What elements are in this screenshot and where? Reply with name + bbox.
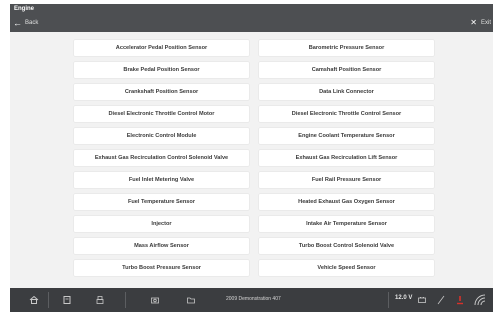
divider [125,292,126,308]
component-button[interactable]: Mass Airflow Sensor [74,238,249,254]
component-button[interactable]: Data Link Connector [259,84,434,100]
component-button[interactable]: Camshaft Position Sensor [259,62,434,78]
component-grid: Accelerator Pedal Position Sensor Barome… [74,40,434,276]
component-list-panel: Accelerator Pedal Position Sensor Barome… [10,32,493,288]
exit-label: Exit [480,20,491,26]
component-button[interactable]: Fuel Rail Pressure Sensor [259,172,434,188]
component-button[interactable]: Exhaust Gas Recirculation Lift Sensor [259,150,434,166]
component-button[interactable]: Engine Coolant Temperature Sensor [259,128,434,144]
component-button[interactable]: Fuel Inlet Metering Valve [74,172,249,188]
component-button[interactable]: Heated Exhaust Gas Oxygen Sensor [259,194,434,210]
wifi-icon [474,294,486,306]
save-icon[interactable] [61,294,73,306]
top-bar: Engine ← Back ✕ Exit [10,4,493,32]
divider [388,292,389,308]
scope-icon[interactable] [435,294,447,306]
component-button[interactable]: Crankshaft Position Sensor [74,84,249,100]
component-button[interactable]: Exhaust Gas Recirculation Control Soleno… [74,150,249,166]
component-button[interactable]: Turbo Boost Pressure Sensor [74,260,249,276]
component-button[interactable]: Barometric Pressure Sensor [259,40,434,56]
app-window: Engine ← Back ✕ Exit Accelerator Pedal P… [0,0,493,312]
exit-button[interactable]: ✕ Exit [470,18,491,28]
component-button[interactable]: Turbo Boost Control Solenoid Valve [259,238,434,254]
divider [48,292,49,308]
home-icon[interactable] [28,294,40,306]
back-label: Back [25,20,39,26]
component-button[interactable]: Injector [74,216,249,232]
component-button[interactable]: Intake Air Temperature Sensor [259,216,434,232]
component-button[interactable]: Accelerator Pedal Position Sensor [74,40,249,56]
folder-icon[interactable] [185,294,197,306]
voltage-readout: 12.0 V [395,295,413,301]
back-button[interactable]: ← Back [13,18,38,28]
page-title: Engine [14,6,35,12]
close-icon: ✕ [470,18,477,27]
component-button[interactable]: Vehicle Speed Sensor [259,260,434,276]
bottom-toolbar: 2009 Demonstration 407 12.0 V [10,288,493,312]
snapshot-icon[interactable] [149,294,161,306]
alert-icon[interactable] [454,294,466,306]
component-button[interactable]: Brake Pedal Position Sensor [74,62,249,78]
arrow-left-icon: ← [13,17,22,28]
battery-icon [416,294,428,306]
component-button[interactable]: Diesel Electronic Throttle Control Senso… [259,106,434,122]
component-button[interactable]: Electronic Control Module [74,128,249,144]
component-button[interactable]: Fuel Temperature Sensor [74,194,249,210]
component-button[interactable]: Diesel Electronic Throttle Control Motor [74,106,249,122]
vehicle-label: 2009 Demonstration 407 [226,296,281,302]
print-icon[interactable] [94,294,106,306]
